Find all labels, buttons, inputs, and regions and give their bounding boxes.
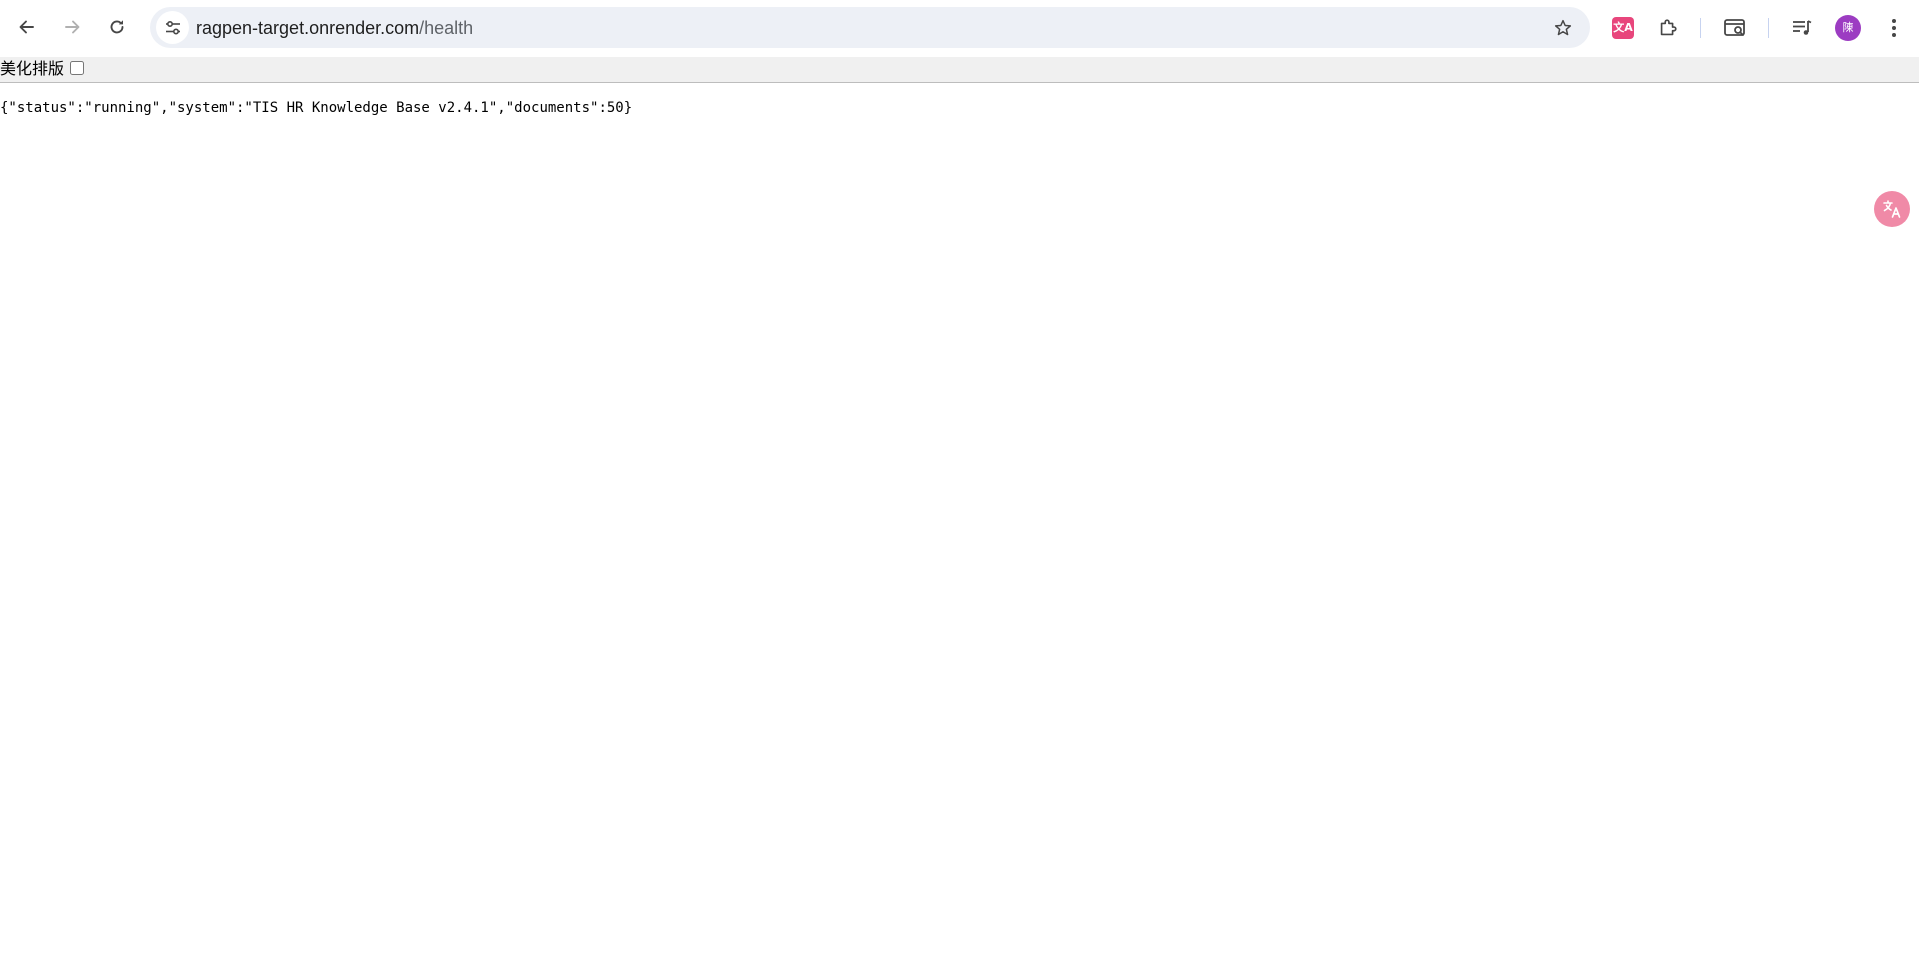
reading-list-icon	[1793, 20, 1812, 35]
pretty-print-checkbox[interactable]	[70, 61, 84, 75]
extensions-button[interactable]	[1652, 12, 1684, 44]
reload-icon	[110, 20, 124, 34]
bookmark-star-button[interactable]	[1550, 15, 1576, 41]
browser-toolbar: ragpen-target.onrender.com/health 文A 陳	[0, 0, 1919, 55]
reading-list-button[interactable]	[1786, 12, 1818, 44]
site-info-button[interactable]	[156, 11, 189, 44]
translate-extension-button[interactable]: 文A	[1607, 12, 1639, 44]
pretty-print-label: 美化排版	[0, 59, 65, 78]
translate-extension-icon: 文A	[1612, 17, 1634, 39]
pretty-print-bar: 美化排版	[0, 57, 1919, 83]
arrow-right-icon	[65, 20, 80, 34]
star-icon	[1554, 19, 1572, 36]
address-bar[interactable]: ragpen-target.onrender.com/health	[150, 7, 1590, 48]
tune-icon	[165, 20, 180, 35]
url-path: /health	[419, 18, 474, 38]
profile-avatar[interactable]: 陳	[1835, 15, 1861, 41]
browser-menu-button[interactable]	[1878, 12, 1910, 44]
arrow-left-icon	[19, 20, 34, 34]
forward-button[interactable]	[55, 10, 89, 44]
reload-button[interactable]	[100, 10, 134, 44]
translate-icon	[1883, 200, 1901, 218]
toolbar-separator	[1768, 18, 1769, 38]
url-host: ragpen-target.onrender.com	[196, 18, 420, 38]
tab-search-icon	[1724, 19, 1745, 36]
json-response-text: {"status":"running","system":"TIS HR Kno…	[0, 100, 633, 116]
toolbar-separator	[1700, 18, 1701, 38]
url-text[interactable]: ragpen-target.onrender.com/health	[196, 17, 473, 39]
back-button[interactable]	[10, 10, 44, 44]
kebab-menu-icon	[1892, 19, 1896, 37]
floating-translate-button[interactable]	[1874, 191, 1910, 227]
puzzle-icon	[1660, 19, 1677, 36]
tab-search-button[interactable]	[1719, 12, 1751, 44]
